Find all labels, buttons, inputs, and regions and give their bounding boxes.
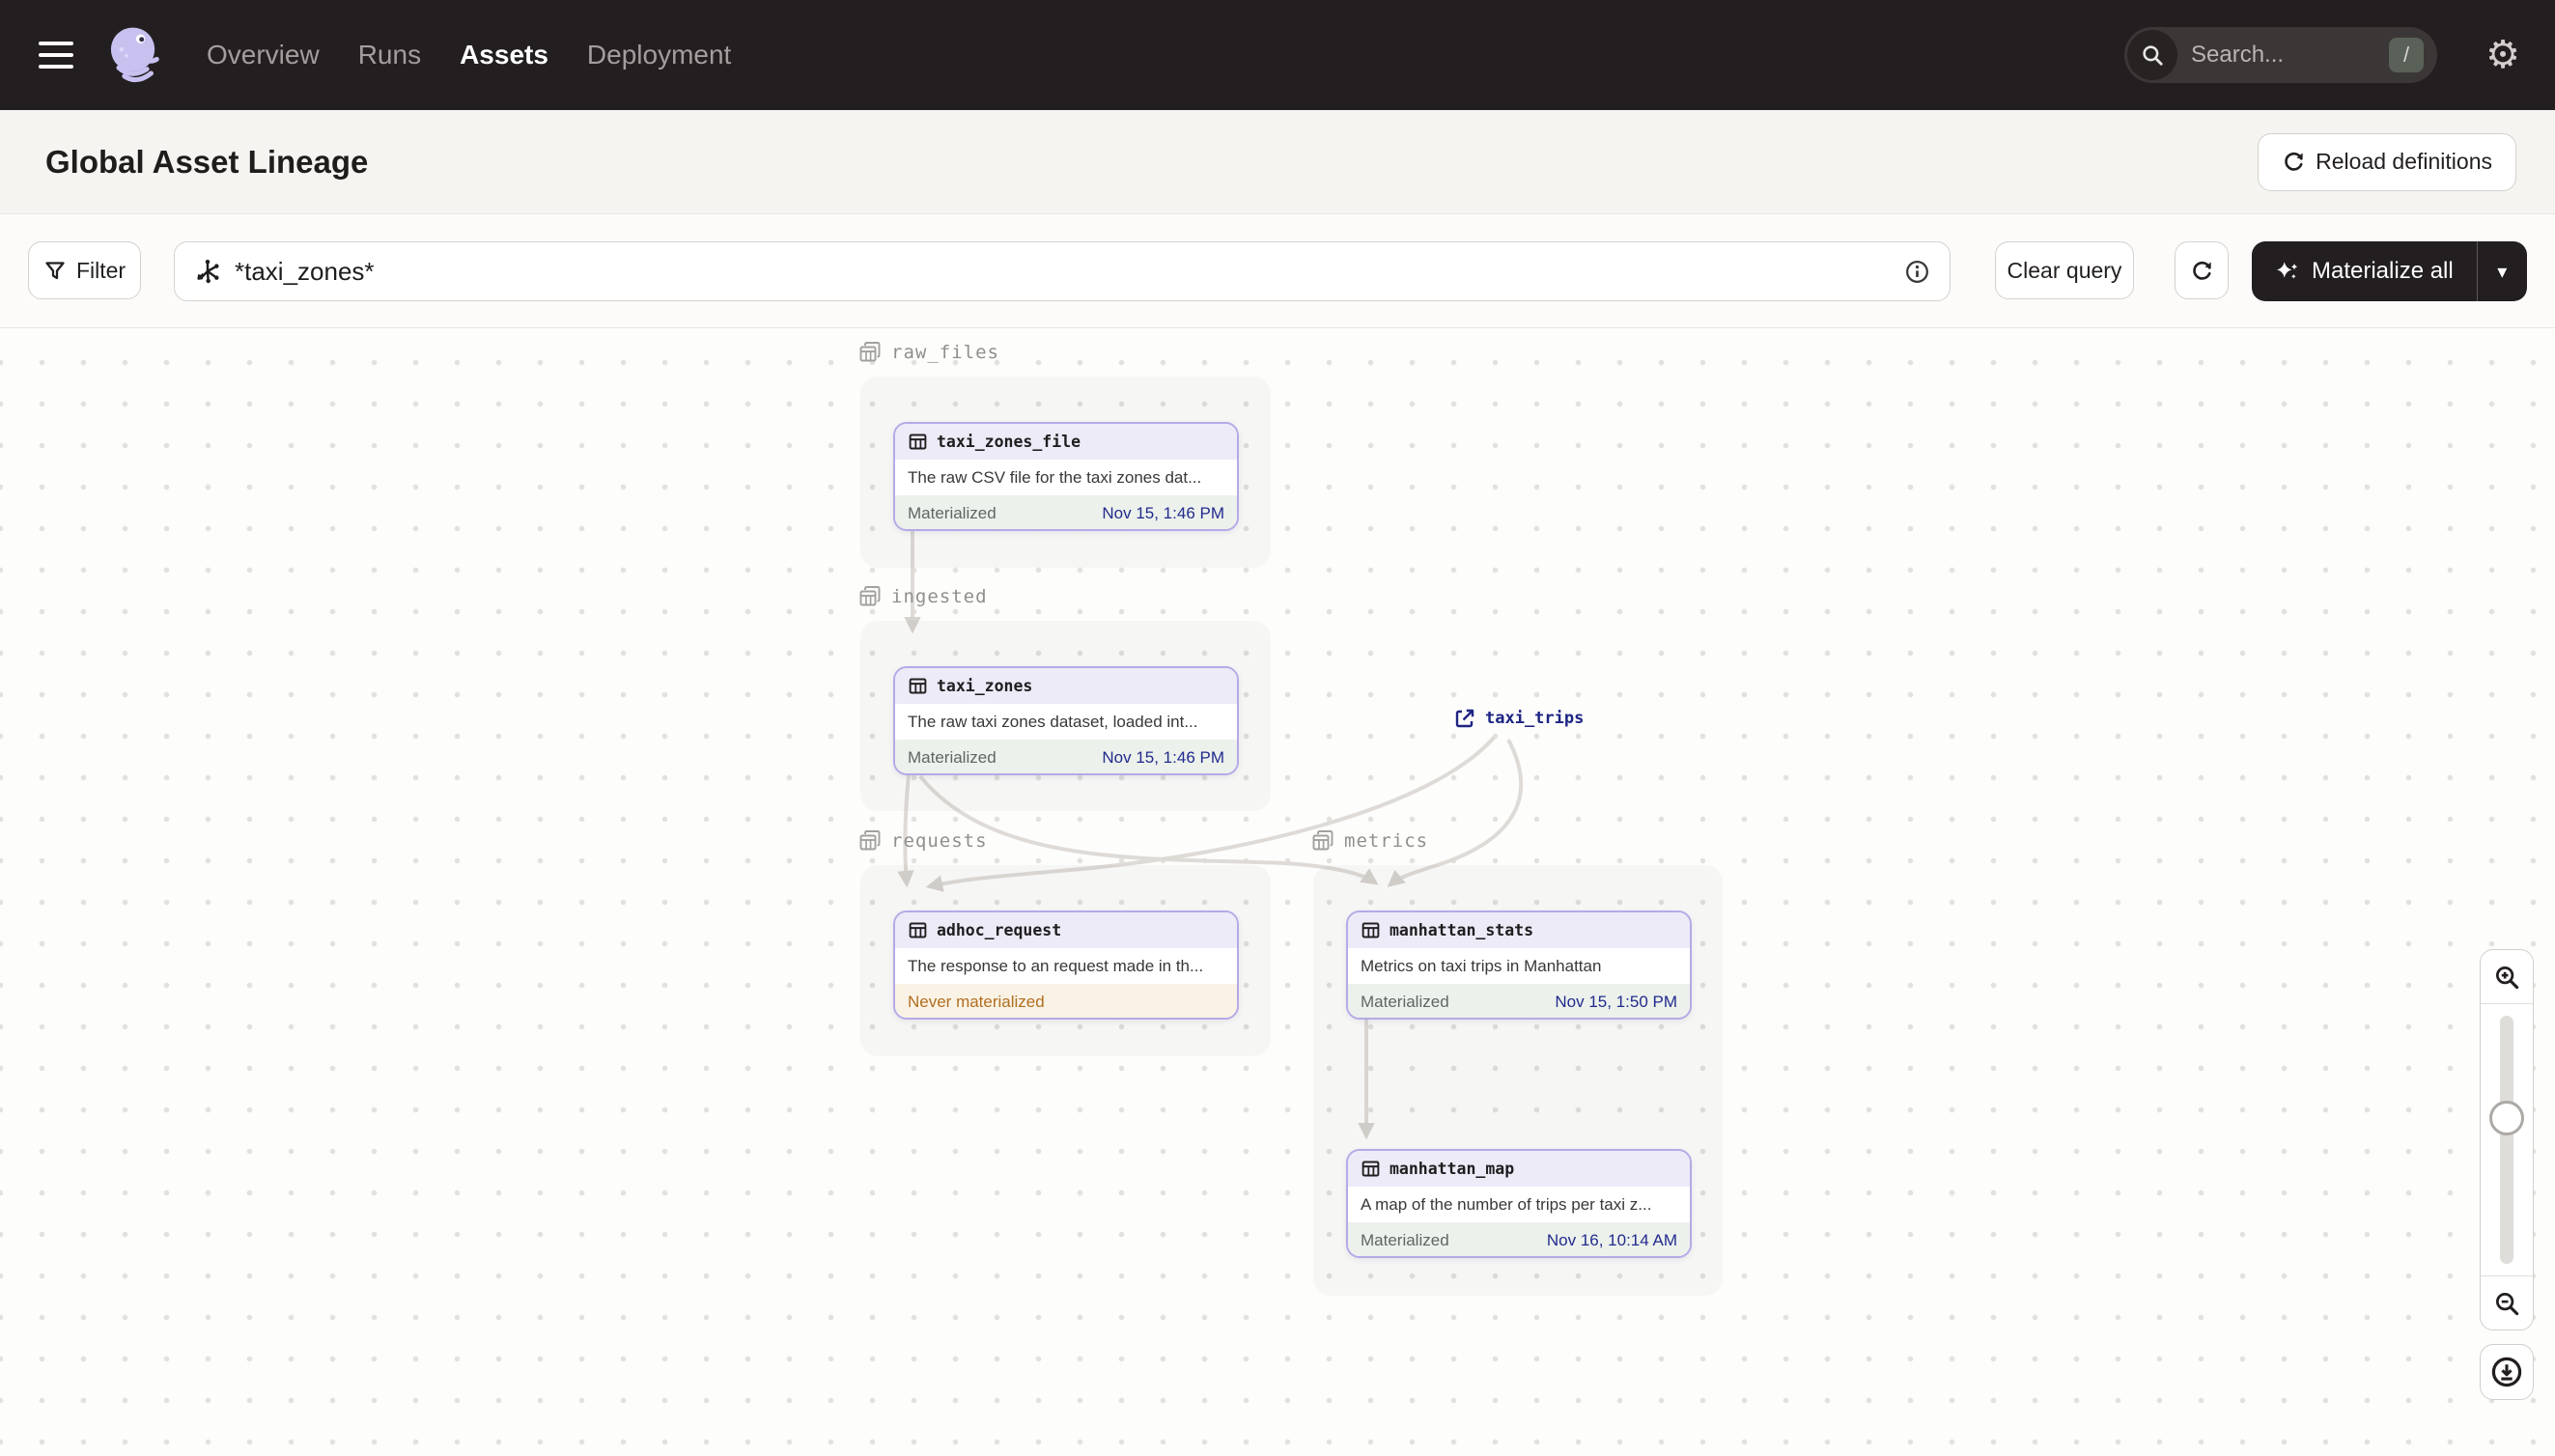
- table-icon: [908, 920, 928, 940]
- zoom-out-button[interactable]: [2481, 1275, 2533, 1330]
- settings-gear-icon[interactable]: ⚙: [2485, 36, 2520, 74]
- download-image-button[interactable]: [2480, 1344, 2534, 1400]
- refresh-graph-button[interactable]: [2175, 241, 2229, 299]
- asset-description: The response to an request made in th...: [908, 956, 1204, 975]
- asset-selection-input[interactable]: [235, 256, 1904, 287]
- top-nav-bar: Overview Runs Assets Deployment / ⚙: [0, 0, 2555, 110]
- reload-definitions-button[interactable]: Reload definitions: [2258, 132, 2516, 191]
- external-asset-taxi-trips[interactable]: taxi_trips: [1453, 707, 1584, 730]
- table-stack-icon: [1310, 828, 1335, 854]
- primary-nav: Overview Runs Assets Deployment: [207, 40, 731, 70]
- page-title: Global Asset Lineage: [45, 143, 369, 180]
- asset-description: A map of the number of trips per taxi z.…: [1361, 1194, 1652, 1214]
- table-stack-icon: [857, 340, 883, 365]
- nav-item-deployment[interactable]: Deployment: [587, 40, 731, 70]
- asset-node-taxi-zones-file[interactable]: taxi_zones_file The raw CSV file for the…: [893, 422, 1239, 531]
- nav-item-runs[interactable]: Runs: [358, 40, 421, 70]
- materialize-all-split-button: Materialize all ▾: [2252, 241, 2527, 301]
- asset-status-bar: Materialized Nov 15, 1:46 PM: [895, 495, 1237, 529]
- download-icon: [2490, 1356, 2523, 1388]
- asset-status-bar: Never materialized: [895, 984, 1237, 1018]
- zoom-slider[interactable]: [2481, 1004, 2533, 1275]
- asset-description: Metrics on taxi trips in Manhattan: [1361, 956, 1602, 975]
- chevron-down-icon: ▾: [2497, 261, 2508, 283]
- table-icon: [1361, 920, 1381, 940]
- materialization-timestamp[interactable]: Nov 15, 1:46 PM: [1102, 748, 1224, 768]
- lineage-toolbar: Filter Clear query Materialize all: [0, 214, 2555, 328]
- asset-node-taxi-zones[interactable]: taxi_zones The raw taxi zones dataset, l…: [893, 666, 1239, 775]
- zoom-out-icon: [2492, 1289, 2521, 1318]
- funnel-icon: [43, 259, 67, 282]
- asset-node-manhattan-stats[interactable]: manhattan_stats Metrics on taxi trips in…: [1346, 910, 1692, 1020]
- clear-query-button[interactable]: Clear query: [1995, 241, 2134, 299]
- lineage-edges: [897, 529, 1524, 1140]
- zoom-in-icon: [2492, 963, 2521, 992]
- asset-node-adhoc-request[interactable]: adhoc_request The response to an request…: [893, 910, 1239, 1020]
- asset-description: The raw taxi zones dataset, loaded int..…: [908, 712, 1198, 731]
- group-label-metrics[interactable]: metrics: [1310, 828, 1428, 854]
- refresh-icon: [2282, 150, 2306, 174]
- nav-item-assets[interactable]: Assets: [460, 40, 548, 70]
- sparkle-icon: [2275, 261, 2300, 282]
- materialization-timestamp[interactable]: Nov 15, 1:46 PM: [1102, 504, 1224, 523]
- info-icon[interactable]: [1904, 259, 1930, 285]
- table-icon: [1361, 1159, 1381, 1179]
- app-root: Overview Runs Assets Deployment / ⚙ Glob…: [0, 0, 2555, 1456]
- refresh-icon: [2190, 259, 2214, 283]
- external-link-icon: [1453, 707, 1476, 730]
- nav-item-overview[interactable]: Overview: [207, 40, 320, 70]
- filter-button[interactable]: Filter: [28, 241, 141, 299]
- materialization-timestamp[interactable]: Nov 15, 1:50 PM: [1555, 993, 1677, 1012]
- asset-selection-icon: [194, 258, 221, 285]
- group-label-raw-files[interactable]: raw_files: [857, 340, 999, 365]
- asset-status-bar: Materialized Nov 15, 1:46 PM: [895, 740, 1237, 773]
- table-icon: [908, 676, 928, 696]
- materialize-dropdown-button[interactable]: ▾: [2476, 241, 2527, 301]
- global-search[interactable]: /: [2124, 27, 2437, 83]
- materialize-all-button[interactable]: Materialize all: [2252, 241, 2477, 301]
- materialization-timestamp[interactable]: Nov 16, 10:14 AM: [1547, 1231, 1677, 1250]
- table-icon: [908, 432, 928, 452]
- group-label-requests[interactable]: requests: [857, 828, 988, 854]
- asset-status-bar: Materialized Nov 15, 1:50 PM: [1348, 984, 1690, 1018]
- menu-icon[interactable]: [39, 42, 73, 69]
- zoom-slider-track: [2500, 1016, 2513, 1264]
- table-stack-icon: [857, 828, 883, 854]
- zoom-slider-handle[interactable]: [2489, 1101, 2524, 1135]
- search-input[interactable]: [2191, 42, 2389, 69]
- search-shortcut-badge: /: [2389, 38, 2424, 72]
- asset-description: The raw CSV file for the taxi zones dat.…: [908, 467, 1202, 487]
- zoom-controls: [2480, 949, 2534, 1330]
- group-label-ingested[interactable]: ingested: [857, 584, 988, 609]
- asset-status-bar: Materialized Nov 16, 10:14 AM: [1348, 1222, 1690, 1256]
- lineage-canvas[interactable]: raw_files ingested requests metrics taxi…: [0, 328, 2555, 1456]
- dagster-logo-icon[interactable]: [100, 21, 168, 89]
- edge-taxi-trips-to-manhattan-stats: [1387, 739, 1524, 887]
- asset-selection-box: [174, 241, 1951, 301]
- zoom-in-button[interactable]: [2481, 950, 2533, 1004]
- table-stack-icon: [857, 584, 883, 609]
- asset-node-manhattan-map[interactable]: manhattan_map A map of the number of tri…: [1346, 1149, 1692, 1258]
- search-icon: [2127, 30, 2177, 80]
- page-header: Global Asset Lineage Reload definitions: [0, 110, 2555, 214]
